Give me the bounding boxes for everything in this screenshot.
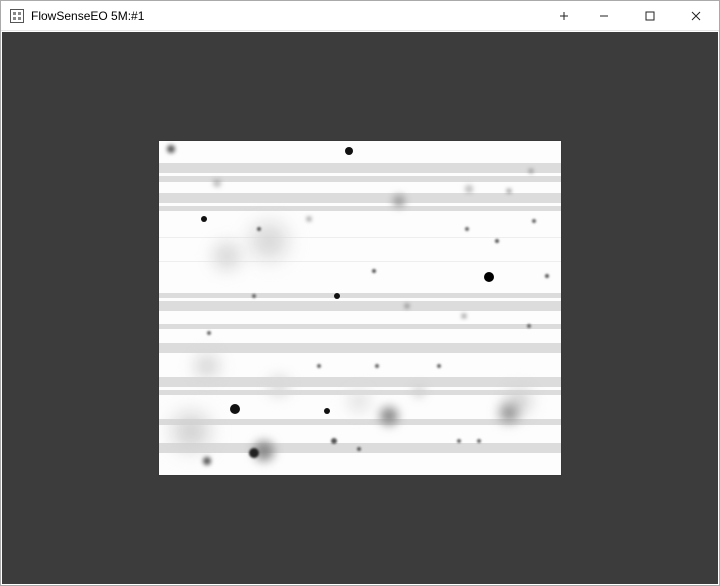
- image-spot: [195, 354, 219, 378]
- image-spot: [213, 242, 241, 270]
- image-spot: [532, 219, 536, 223]
- close-button[interactable]: [673, 1, 719, 30]
- image-spot: [393, 195, 405, 207]
- image-spot: [173, 413, 209, 449]
- image-spot: [331, 438, 337, 444]
- app-icon: [9, 8, 25, 24]
- image-spot: [545, 274, 549, 278]
- image-spot: [484, 272, 494, 282]
- client-area: [1, 31, 719, 585]
- image-spot: [466, 186, 472, 192]
- image-band: [159, 301, 561, 311]
- image-spot: [500, 404, 518, 422]
- titlebar-controls: [547, 1, 719, 30]
- image-spot: [252, 294, 256, 298]
- image-spot: [214, 180, 220, 186]
- image-band: [159, 163, 561, 173]
- image-spot: [257, 227, 261, 231]
- image-spot: [317, 364, 321, 368]
- image-spot: [269, 376, 289, 396]
- app-window: FlowSenseEO 5M:#1: [0, 0, 720, 586]
- image-spot: [457, 439, 461, 443]
- image-band: [159, 206, 561, 211]
- image-spot: [357, 447, 361, 451]
- pin-button[interactable]: [547, 1, 581, 30]
- image-view[interactable]: [159, 141, 561, 475]
- image-spot: [230, 404, 240, 414]
- image-spot: [372, 269, 376, 273]
- image-spot: [349, 391, 369, 411]
- image-spot: [462, 314, 466, 318]
- image-spot: [495, 239, 499, 243]
- maximize-button[interactable]: [627, 1, 673, 30]
- image-spot: [249, 448, 259, 458]
- image-spot: [203, 457, 211, 465]
- image-spot: [345, 147, 353, 155]
- image-spot: [307, 217, 311, 221]
- image-spot: [477, 439, 481, 443]
- image-spot: [507, 189, 511, 193]
- image-spot: [529, 169, 533, 173]
- image-spot: [207, 331, 211, 335]
- image-band: [159, 419, 561, 425]
- image-band: [159, 293, 561, 298]
- image-spot: [167, 145, 175, 153]
- image-band: [159, 324, 561, 329]
- minimize-button[interactable]: [581, 1, 627, 30]
- image-spot: [413, 385, 425, 397]
- image-spot: [405, 304, 409, 308]
- image-spot: [375, 364, 379, 368]
- titlebar[interactable]: FlowSenseEO 5M:#1: [1, 1, 719, 31]
- image-spot: [380, 407, 398, 425]
- image-spot: [437, 364, 441, 368]
- image-spot: [324, 408, 330, 414]
- image-spot: [201, 216, 207, 222]
- image-band: [159, 377, 561, 387]
- image-spot: [527, 324, 531, 328]
- window-title: FlowSenseEO 5M:#1: [31, 9, 144, 23]
- image-band: [159, 193, 561, 203]
- image-spot: [465, 227, 469, 231]
- image-spot: [334, 293, 340, 299]
- image-band: [159, 343, 561, 353]
- image-thinband: [159, 237, 561, 238]
